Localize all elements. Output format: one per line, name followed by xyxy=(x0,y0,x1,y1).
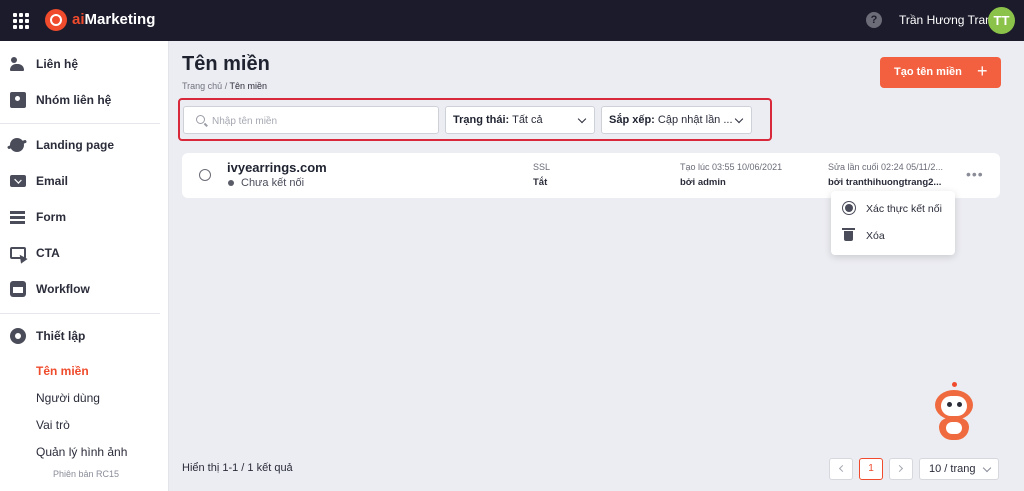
domain-name[interactable]: ivyearrings.com xyxy=(227,160,327,175)
breadcrumb: Trang chủ / Tên miền xyxy=(182,81,267,91)
chevron-down-icon xyxy=(734,114,744,124)
created-at: Tạo lúc 03:55 10/06/2021 xyxy=(680,162,783,172)
brand-suffix: Marketing xyxy=(84,11,156,28)
create-domain-label: Tạo tên miền xyxy=(894,66,962,78)
sidebar-item-label: Liên hệ xyxy=(36,57,79,71)
sidebar-item-label: Email xyxy=(36,174,69,188)
sidebar-item-workflow[interactable]: Workflow xyxy=(0,274,168,304)
search-icon xyxy=(196,115,205,124)
chevron-down-icon xyxy=(577,114,587,124)
status-select-current: Tất cả xyxy=(512,114,543,126)
updated-by: bởi tranthihuongtrang2... xyxy=(828,177,942,188)
sidebar-item-label: Landing page xyxy=(36,138,114,152)
sidebar-item-contacts[interactable]: Liên hệ xyxy=(0,49,168,79)
chatbot-mascot-icon[interactable] xyxy=(929,382,979,442)
gear-icon xyxy=(10,328,26,344)
more-icon[interactable]: ••• xyxy=(966,167,984,181)
status-select[interactable]: Trạng thái: Tất cả xyxy=(445,106,595,134)
divider xyxy=(0,123,160,124)
created-by: bởi admin xyxy=(680,177,726,188)
breadcrumb-current: Tên miền xyxy=(229,81,268,91)
form-icon xyxy=(10,209,26,225)
sidebar-item-contact-groups[interactable]: Nhóm liên hệ xyxy=(0,85,168,115)
verify-icon xyxy=(845,204,853,212)
menu-item-verify[interactable]: Xác thực kết nối xyxy=(831,196,955,222)
page-size-value: 10 / trang xyxy=(929,463,976,475)
breadcrumb-home[interactable]: Trang chủ xyxy=(182,81,222,91)
sort-select[interactable]: Sắp xếp: Cập nhật lần ... xyxy=(601,106,752,134)
row-radio[interactable] xyxy=(199,169,211,181)
contacts-icon xyxy=(10,56,26,72)
menu-item-label: Xóa xyxy=(866,230,885,242)
contact-book-icon xyxy=(10,92,26,108)
chevron-left-icon xyxy=(838,464,847,473)
top-bar: aiMarketing ? Trần Hương Trang TT xyxy=(0,0,1024,41)
sidebar-item-settings[interactable]: Thiết lập xyxy=(0,321,168,351)
mail-icon xyxy=(10,175,26,187)
sidebar-subitem-users[interactable]: Người dùng xyxy=(36,391,100,405)
sidebar-item-label: CTA xyxy=(36,246,60,260)
menu-item-label: Xác thực kết nối xyxy=(866,203,942,215)
sidebar-item-form[interactable]: Form xyxy=(0,202,168,232)
status-dot xyxy=(228,180,234,186)
sort-select-label: Sắp xếp: xyxy=(609,114,655,126)
avatar[interactable]: TT xyxy=(988,7,1015,34)
user-name[interactable]: Trần Hương Trang xyxy=(899,13,999,27)
status-text: Chưa kết nối xyxy=(241,177,305,189)
sidebar-item-landing-page[interactable]: Landing page xyxy=(0,130,168,160)
prev-page-button[interactable] xyxy=(829,458,853,480)
planet-icon xyxy=(10,138,24,152)
workflow-icon xyxy=(10,281,26,297)
sidebar-subitem-roles[interactable]: Vai trò xyxy=(36,418,70,432)
ssl-value: Tắt xyxy=(533,177,548,188)
divider xyxy=(0,313,160,314)
ssl-label: SSL xyxy=(533,162,551,172)
page-size-select[interactable]: 10 / trang xyxy=(919,458,999,480)
sidebar-item-label: Form xyxy=(36,210,66,224)
chevron-right-icon xyxy=(895,464,904,473)
menu-item-delete[interactable]: Xóa xyxy=(831,223,955,249)
next-page-button[interactable] xyxy=(889,458,913,480)
sidebar-item-email[interactable]: Email xyxy=(0,166,168,196)
breadcrumb-separator: / xyxy=(222,81,230,91)
grid-icon[interactable] xyxy=(13,13,29,29)
search-box[interactable] xyxy=(183,106,439,134)
create-domain-button[interactable]: Tạo tên miền + xyxy=(880,57,1001,88)
app-logo[interactable]: aiMarketing xyxy=(72,11,155,28)
status-select-label: Trạng thái: xyxy=(453,114,510,126)
page-title: Tên miền xyxy=(182,53,270,75)
cta-icon xyxy=(10,247,26,259)
sidebar-subitem-domains[interactable]: Tên miền xyxy=(36,364,89,378)
sort-select-current: Cập nhật lần ... xyxy=(657,114,733,126)
results-summary: Hiển thị 1-1 / 1 kết quả xyxy=(182,462,293,474)
chevron-down-icon xyxy=(982,463,992,473)
sidebar: Liên hệ Nhóm liên hệ Landing page Email … xyxy=(0,41,169,491)
sidebar-item-label: Workflow xyxy=(36,282,90,296)
updated-at: Sửa lần cuối 02:24 05/11/2... xyxy=(828,162,943,172)
sidebar-item-label: Nhóm liên hệ xyxy=(36,93,112,107)
sidebar-item-label: Thiết lập xyxy=(36,329,86,343)
sidebar-item-cta[interactable]: CTA xyxy=(0,238,168,268)
logo-icon xyxy=(45,9,67,31)
help-icon[interactable]: ? xyxy=(866,12,882,28)
status-select-value: Trạng thái: Tất cả xyxy=(453,114,543,126)
trash-icon xyxy=(842,228,855,241)
row-action-menu: Xác thực kết nối Xóa xyxy=(831,191,955,255)
sidebar-subitem-images[interactable]: Quản lý hình ảnh xyxy=(36,445,127,459)
search-input[interactable] xyxy=(212,113,432,129)
sort-select-value: Sắp xếp: Cập nhật lần ... xyxy=(609,114,733,126)
version-label: Phiên bản RC15 xyxy=(53,469,120,479)
brand-prefix: ai xyxy=(72,11,85,28)
page-button[interactable]: 1 xyxy=(859,458,883,480)
plus-icon: + xyxy=(977,61,988,81)
